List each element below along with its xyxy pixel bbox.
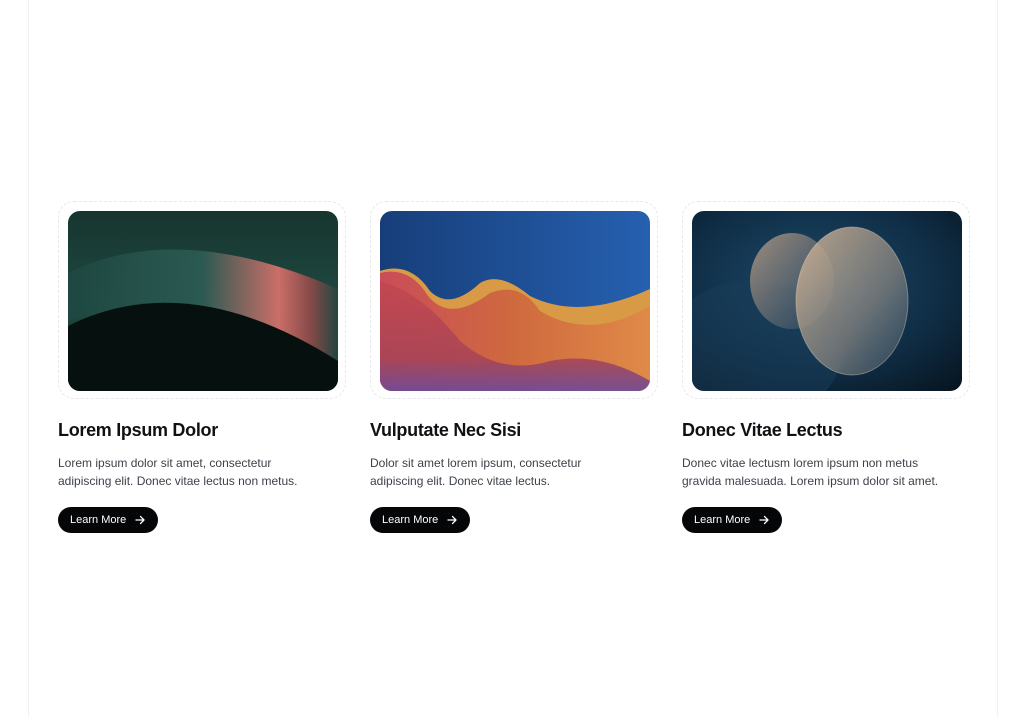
feature-card: Lorem Ipsum Dolor Lorem ipsum dolor sit … <box>58 201 346 533</box>
feature-card: Vulputate Nec Sisi Dolor sit amet lorem … <box>370 201 658 533</box>
abstract-glass-discs-image <box>692 211 962 391</box>
button-label: Learn More <box>382 514 439 526</box>
card-title: Lorem Ipsum Dolor <box>58 420 218 440</box>
arrow-right-icon <box>446 514 458 526</box>
learn-more-button[interactable]: Learn More <box>682 507 783 533</box>
arrow-right-icon <box>134 514 146 526</box>
card-image-frame <box>682 201 970 399</box>
card-description: Dolor sit amet lorem ipsum, consectetur … <box>370 456 582 488</box>
feature-card: Donec Vitae Lectus Donec vitae lectusm l… <box>682 201 970 533</box>
learn-more-button[interactable]: Learn More <box>58 507 159 533</box>
button-label: Learn More <box>694 514 751 526</box>
abstract-teal-wave-image <box>68 211 338 391</box>
card-grid: Lorem Ipsum Dolor Lorem ipsum dolor sit … <box>58 201 970 533</box>
card-image-frame <box>58 201 346 399</box>
card-title: Vulputate Nec Sisi <box>370 420 521 440</box>
card-title: Donec Vitae Lectus <box>682 420 843 440</box>
card-description: Lorem ipsum dolor sit amet, consectetur … <box>58 456 298 488</box>
button-label: Learn More <box>70 514 127 526</box>
learn-more-button[interactable]: Learn More <box>370 507 471 533</box>
arrow-right-icon <box>758 514 770 526</box>
abstract-orange-wave-image <box>380 211 650 391</box>
card-description: Donec vitae lectusm lorem ipsum non metu… <box>682 456 939 488</box>
card-image-frame <box>370 201 658 399</box>
